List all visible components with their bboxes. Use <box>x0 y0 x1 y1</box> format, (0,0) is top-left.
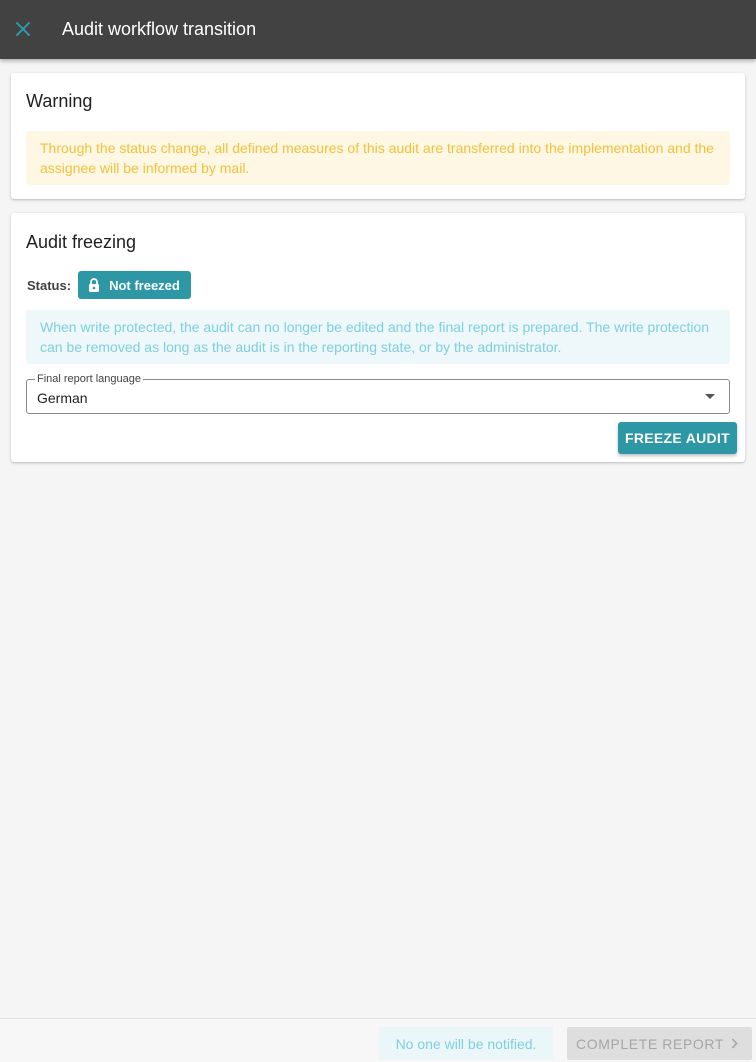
warning-alert: Through the status change, all defined m… <box>26 131 730 185</box>
final-report-language-select[interactable]: Final report language German <box>26 373 730 414</box>
status-badge: Not freezed <box>78 271 191 299</box>
warning-card-title: Warning <box>26 91 93 111</box>
close-button[interactable] <box>12 18 34 40</box>
close-icon <box>16 22 30 36</box>
complete-report-label: COMPLETE REPORT <box>576 1035 724 1052</box>
footer-bar: No one will be notified. COMPLETE REPORT <box>0 1018 756 1062</box>
complete-report-button[interactable]: COMPLETE REPORT <box>567 1027 752 1060</box>
status-label: Status: <box>27 277 72 293</box>
warning-card: Warning Through the status change, all d… <box>11 73 745 199</box>
select-label: Final report language <box>35 373 143 385</box>
select-value: German <box>37 390 88 406</box>
freeze-audit-button[interactable]: FREEZE AUDIT <box>618 422 737 454</box>
app-bar: Audit workflow transition <box>0 0 756 59</box>
lock-icon <box>88 278 100 292</box>
info-alert: When write protected, the audit can no l… <box>26 310 730 364</box>
freezing-card-title: Audit freezing <box>26 232 137 252</box>
status-value: Not freezed <box>109 277 180 293</box>
dropdown-arrow-icon <box>705 394 715 399</box>
audit-freezing-card: Audit freezing Status: Not freezed When … <box>11 213 745 462</box>
notification-info: No one will be notified. <box>379 1027 553 1060</box>
page-title: Audit workflow transition <box>62 19 257 39</box>
status-row: Status: Not freezed <box>27 271 191 299</box>
chevron-right-icon <box>731 1038 738 1049</box>
